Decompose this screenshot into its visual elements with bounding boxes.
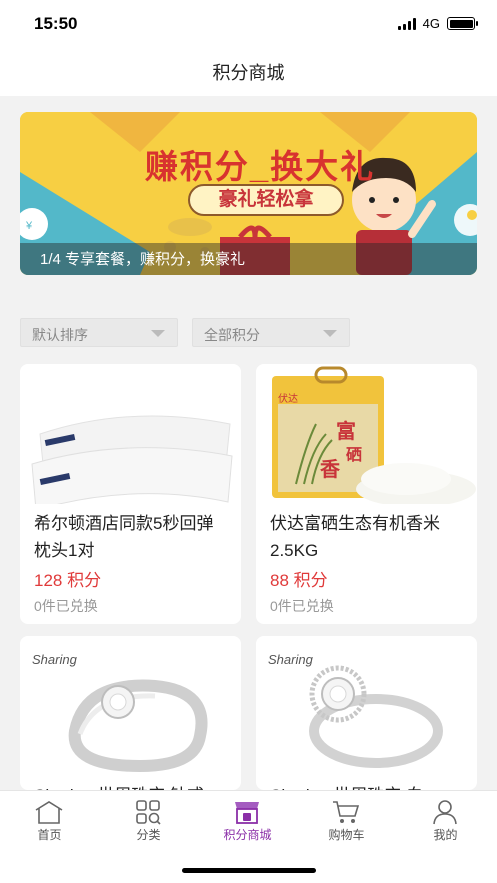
product-name: Sharing 世周珠宝 钻戒 <box>34 782 230 790</box>
brand-logo: Sharing <box>268 652 314 667</box>
ring-image: Sharing <box>20 636 241 776</box>
status-time: 15:50 <box>34 14 78 33</box>
product-card[interactable]: Sharing Sharing 世周珠宝 钻戒 <box>20 636 241 790</box>
category-icon <box>136 800 161 825</box>
battery-icon <box>447 17 478 30</box>
sort-dropdown-label: 默认排序 <box>32 327 88 343</box>
page-title: 积分商城 <box>212 63 285 83</box>
nav-bar: 积分商城 <box>0 50 497 96</box>
chevron-down-icon <box>323 330 337 337</box>
product-name: Sharing 世周珠宝 白 <box>270 782 466 790</box>
svg-text:硒: 硒 <box>346 446 362 464</box>
banner-caption: 1/4 专享套餐，赚积分，换豪礼 <box>40 251 246 268</box>
product-name: 希尔顿酒店同款5秒回弹枕头1对 <box>34 514 214 560</box>
product-sold-count: 0件已兑换 <box>34 598 98 614</box>
signal-icon <box>397 17 416 30</box>
points-mall-icon <box>235 802 259 824</box>
tab-cart-label: 购物车 <box>328 828 365 842</box>
tab-points-mall[interactable]: 积分商城 <box>198 791 297 851</box>
product-card[interactable]: 希尔顿酒店同款5秒回弹枕头1对 128 积分 0件已兑换 <box>20 364 241 624</box>
svg-text:香: 香 <box>320 458 341 481</box>
promo-banner[interactable]: ¥ 赚积分_换大礼 豪礼轻松拿 1/4 专享套餐，赚积分，换豪礼 <box>20 112 477 275</box>
tab-cart[interactable]: 购物车 <box>297 791 396 851</box>
chevron-down-icon <box>151 330 165 337</box>
points-filter-dropdown[interactable]: 全部积分 <box>192 318 350 347</box>
tab-points-mall-label: 积分商城 <box>223 828 272 842</box>
tab-profile[interactable]: 我的 <box>396 791 495 851</box>
network-type: 4G <box>422 16 440 31</box>
brand-logo: Sharing <box>32 652 78 667</box>
product-points: 128 积分 <box>34 571 102 590</box>
user-icon <box>433 800 457 825</box>
tab-category-label: 分类 <box>136 828 161 842</box>
home-indicator <box>182 868 316 873</box>
points-filter-label: 全部积分 <box>204 327 260 343</box>
product-card[interactable]: 伏达 富 硒 香 伏达富硒生态有机香米2.5KG 88 积分 0件已兑换 <box>256 364 477 624</box>
product-points: 88 积分 <box>270 571 328 590</box>
rice-bag-image: 伏达 富 硒 香 <box>256 364 477 504</box>
tab-profile-label: 我的 <box>433 828 458 842</box>
ring-image: Sharing <box>256 636 477 776</box>
cart-icon <box>333 801 360 823</box>
sort-dropdown[interactable]: 默认排序 <box>20 318 178 347</box>
tab-category[interactable]: 分类 <box>99 791 198 851</box>
banner-headline: 赚积分_换大礼 <box>144 148 376 185</box>
svg-text:富: 富 <box>336 419 356 443</box>
status-indicators: 4G <box>397 16 478 31</box>
svg-text:伏达: 伏达 <box>278 392 298 405</box>
svg-text:¥: ¥ <box>25 220 33 232</box>
product-card[interactable]: Sharing Sharing 世周珠宝 白 <box>256 636 477 790</box>
tab-home-label: 首页 <box>37 828 62 842</box>
product-name: 伏达富硒生态有机香米2.5KG <box>270 514 440 560</box>
product-sold-count: 0件已兑换 <box>270 598 334 614</box>
home-icon <box>35 801 63 824</box>
banner-subline: 豪礼轻松拿 <box>188 184 344 216</box>
pillow-image <box>20 364 241 504</box>
status-bar: 15:50 4G <box>0 0 497 50</box>
tab-home[interactable]: 首页 <box>0 791 99 851</box>
